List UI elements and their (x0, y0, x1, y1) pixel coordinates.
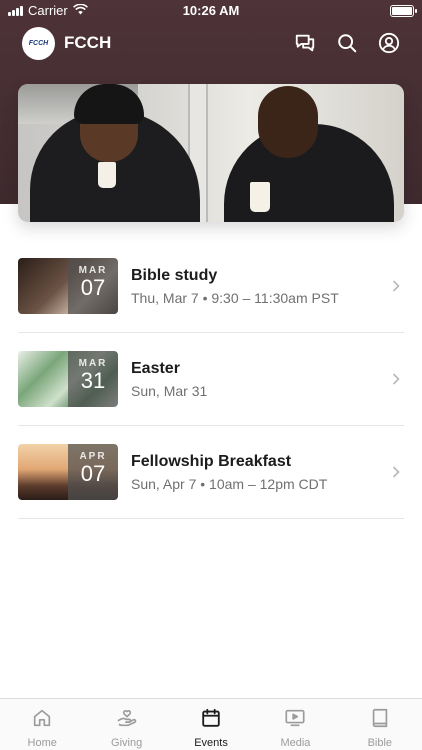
media-icon (284, 707, 306, 734)
date-badge: MAR 31 (68, 351, 118, 407)
tab-label: Home (27, 737, 57, 749)
chevron-right-icon (392, 372, 400, 390)
logo-text: FCCH (28, 39, 49, 47)
event-title: Easter (131, 359, 180, 377)
battery-icon (390, 5, 417, 17)
tab-label: Bible (367, 737, 393, 749)
event-thumbnail: MAR 31 (18, 351, 118, 407)
event-title: Bible study (131, 266, 218, 284)
event-thumbnail: APR 07 (18, 444, 118, 500)
book-icon (369, 707, 391, 734)
status-time: 10:26 AM (182, 3, 240, 18)
app-title: FCCH (64, 33, 112, 52)
event-thumbnail: MAR 07 (18, 258, 118, 314)
event-subtitle: Thu, Mar 7 • 9:30 – 11:30am PST (131, 289, 339, 306)
calendar-icon (200, 707, 222, 734)
event-title: Fellowship Breakfast (131, 452, 292, 470)
home-icon (31, 707, 53, 734)
event-row[interactable]: MAR 31 Easter Sun, Mar 31 (18, 333, 404, 426)
tab-bar: Home Giving Events Media Bible (0, 698, 422, 750)
tab-events[interactable]: Events (169, 699, 253, 750)
event-row[interactable]: MAR 07 Bible study Thu, Mar 7 • 9:30 – 1… (18, 240, 404, 333)
date-month: APR (79, 451, 107, 462)
chat-icon[interactable] (294, 32, 316, 54)
date-day: 07 (80, 461, 106, 486)
tab-giving[interactable]: Giving (84, 699, 168, 750)
tab-bible[interactable]: Bible (338, 699, 422, 750)
tab-home[interactable]: Home (0, 699, 84, 750)
date-month: MAR (78, 265, 108, 276)
status-bar: Carrier 10:26 AM (0, 0, 422, 22)
app-bar: FCCH FCCH (22, 26, 400, 60)
chevron-right-icon (392, 465, 400, 483)
event-subtitle: Sun, Mar 31 (131, 382, 208, 399)
hero-image[interactable] (18, 84, 404, 222)
tab-label: Media (280, 737, 311, 749)
date-badge: MAR 07 (68, 258, 118, 314)
event-row[interactable]: APR 07 Fellowship Breakfast Sun, Apr 7 •… (18, 426, 404, 519)
search-icon[interactable] (336, 32, 358, 54)
church-logo[interactable]: FCCH (22, 26, 55, 60)
giving-icon (116, 707, 138, 734)
chevron-right-icon (392, 279, 400, 297)
date-day: 31 (80, 368, 106, 393)
date-month: MAR (78, 358, 108, 369)
date-day: 07 (80, 275, 106, 300)
tab-media[interactable]: Media (253, 699, 337, 750)
tab-label: Giving (111, 737, 143, 749)
date-badge: APR 07 (68, 444, 118, 500)
tab-label: Events (194, 737, 228, 749)
event-subtitle: Sun, Apr 7 • 10am – 12pm CDT (131, 475, 328, 492)
profile-icon[interactable] (378, 32, 400, 54)
events-list: MAR 07 Bible study Thu, Mar 7 • 9:30 – 1… (18, 240, 404, 519)
